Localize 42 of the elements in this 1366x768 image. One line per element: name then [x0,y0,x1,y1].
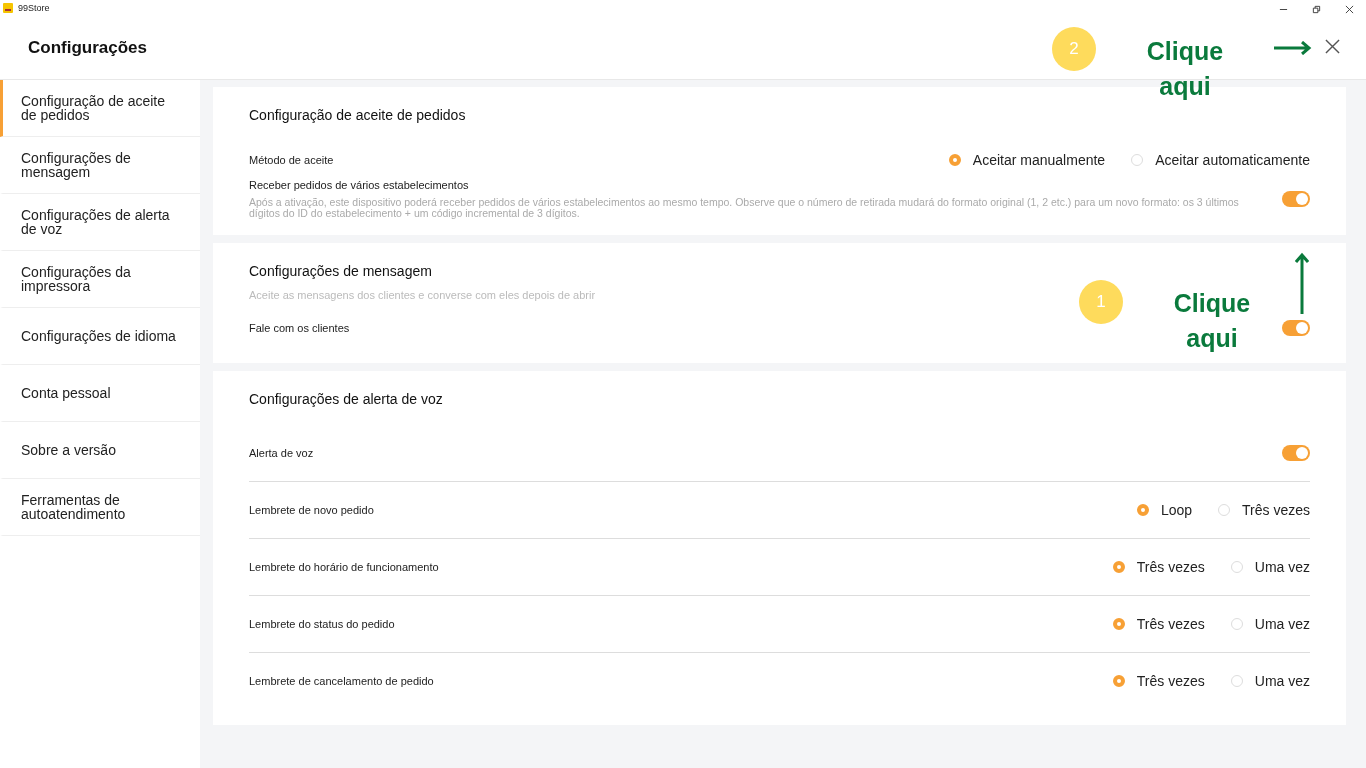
arrow-icon [1295,252,1309,314]
setting-label: Receber pedidos de vários estabelecimentos [249,179,470,191]
section-title: Configurações de mensagem [249,263,433,279]
toggle-switch[interactable] [1282,445,1310,461]
radio-button[interactable] [1112,618,1125,630]
close-icon[interactable] [1325,39,1340,54]
annotation-text: Clique aqui [1172,288,1252,354]
radio-button[interactable] [1136,504,1149,516]
radio-label[interactable]: Três vezes [1136,673,1205,689]
setting-label: Método de aceite [249,154,335,166]
setting-label: Lembrete de novo pedido [249,504,375,516]
toggle-switch[interactable] [1282,320,1310,336]
app-logo-icon [3,3,13,13]
arrow-icon [1274,41,1312,55]
section-title: Configurações de alerta de voz [249,391,444,407]
page-title: Configurações [28,37,148,58]
radio-label[interactable]: Três vezes [1242,502,1310,518]
radio-label[interactable]: Aceitar automaticamente [1155,152,1310,168]
radio-button[interactable] [948,154,961,166]
annotation-text: Clique aqui [1145,36,1225,102]
close-icon[interactable] [1345,4,1354,14]
radio-label[interactable]: Três vezes [1136,559,1205,575]
step-badge: 2 [1052,27,1096,71]
setting-description: Após a ativação, este dispositivo poderá receber pedidos de vários estabelecimentos ao mesmo tempo. Observe que o número de retirada mudará do formato original (1, 2 etc.) para um novo formato: os 3 últimos dígitos do ID do estabelecimento + um código incremental de 3 dígitos. [249,197,1240,219]
setting-label: Alerta de voz [249,447,315,459]
radio-label[interactable]: Uma vez [1254,673,1310,689]
section-title: Configuração de aceite de pedidos [249,107,467,123]
radio-label[interactable]: Loop [1160,502,1193,518]
radio-label[interactable]: Aceitar manualmente [972,152,1106,168]
radio-label[interactable]: Três vezes [1136,616,1205,632]
setting-label: Lembrete de cancelamento de pedido [249,675,435,687]
setting-label: Fale com os clientes [249,322,351,334]
toggle-switch[interactable] [1282,191,1310,207]
radio-button[interactable] [1112,675,1125,687]
sidebar-item[interactable]: Configuração de aceite de pedidos [0,80,200,137]
radio-button[interactable] [1112,561,1125,573]
setting-label: Lembrete do horário de funcionamento [249,561,440,573]
restore-icon[interactable] [1312,4,1321,14]
window-title: 99Store [18,3,50,13]
radio-label[interactable]: Uma vez [1254,559,1310,575]
setting-label: Lembrete do status do pedido [249,618,396,630]
radio-label[interactable]: Uma vez [1254,616,1310,632]
